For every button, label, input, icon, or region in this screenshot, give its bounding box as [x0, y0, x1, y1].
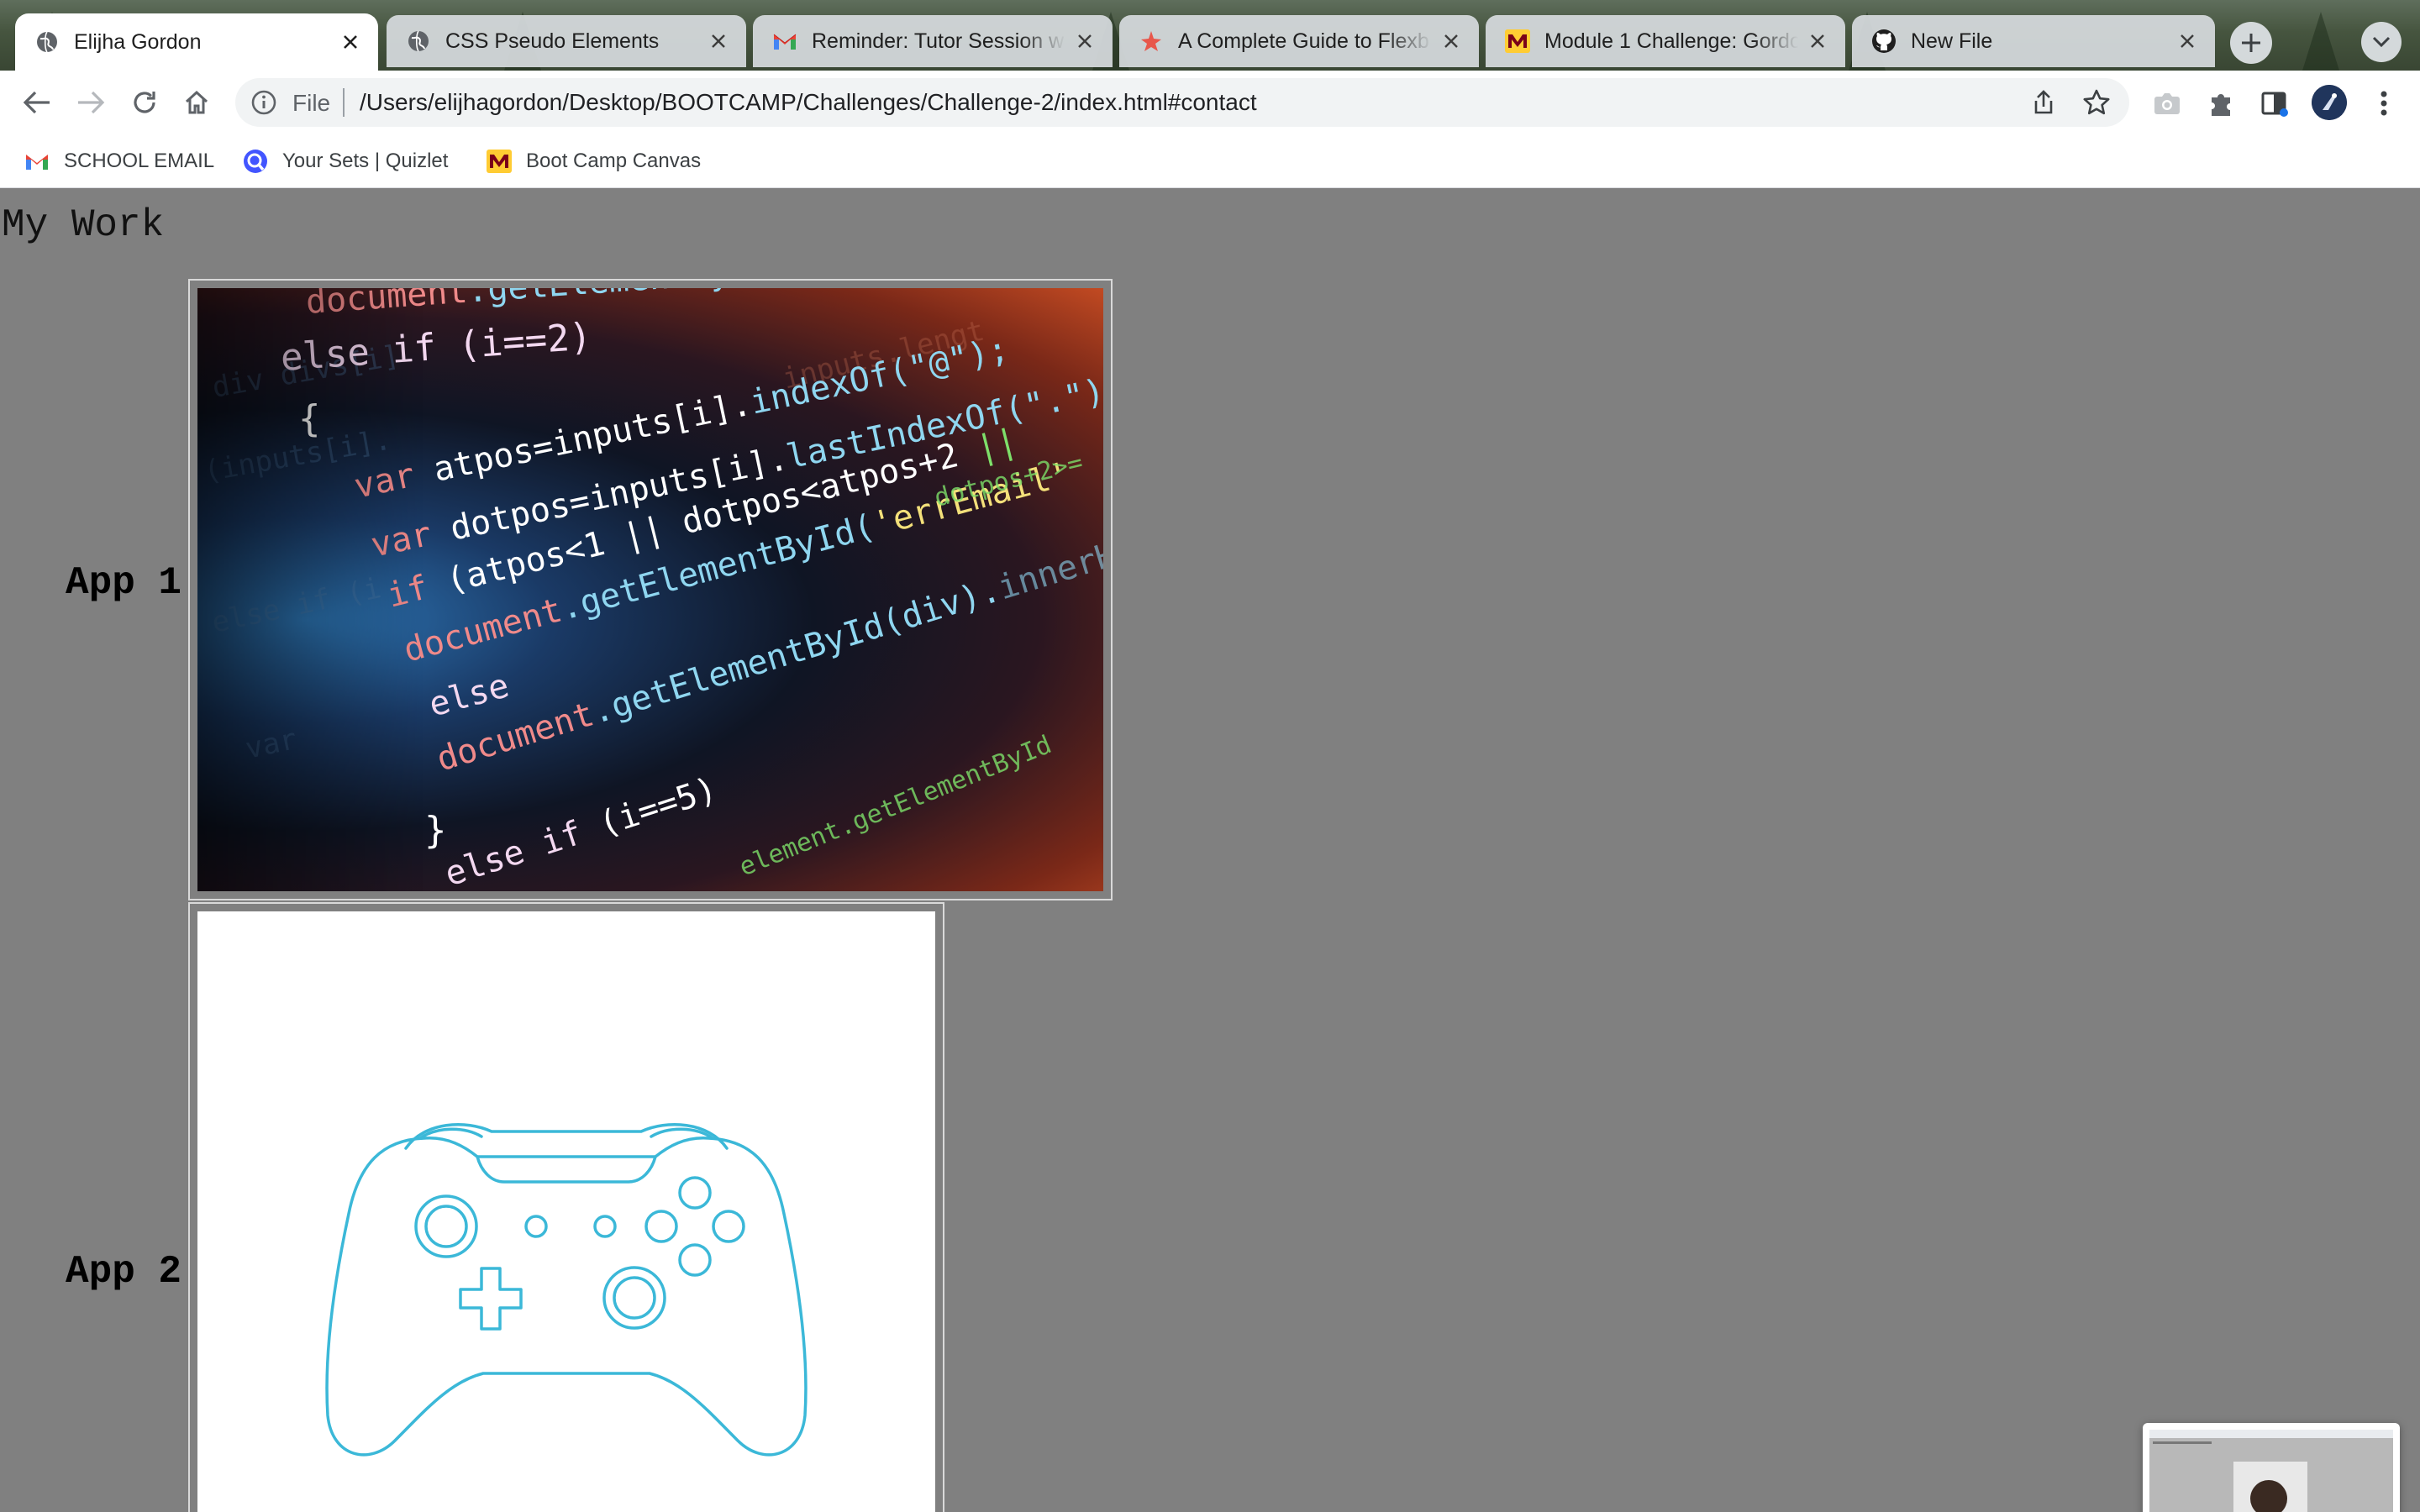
tab-title: Module 1 Challenge: Gordo: [1544, 29, 1798, 53]
arrow-left-icon: [23, 91, 50, 114]
page-title: My Work: [2, 203, 165, 247]
tab-title: A Complete Guide to Flexb: [1178, 29, 1429, 53]
tab-css-pseudo-elements[interactable]: CSS Pseudo Elements: [387, 15, 746, 67]
plus-icon: [2242, 34, 2260, 52]
more-vert-icon[interactable]: [2368, 87, 2400, 119]
bookmark-school-email[interactable]: SCHOOL EMAIL: [24, 146, 214, 176]
pip-browser-bar: [2149, 1430, 2393, 1438]
bookmark-label: Your Sets | Quizlet: [282, 150, 449, 172]
pip-person-head: [2250, 1480, 2287, 1512]
tab-elijha-gordon[interactable]: Elijha Gordon: [15, 13, 378, 71]
chevron-down-icon: [2372, 36, 2391, 48]
tab-title: Elijha Gordon: [74, 29, 202, 54]
tab-module-1-challenge[interactable]: Module 1 Challenge: Gordo: [1486, 15, 1845, 67]
close-icon[interactable]: [2175, 29, 2200, 54]
reload-icon: [134, 92, 155, 113]
tab-strip: Elijha Gordon CSS Pseudo Elements Remind…: [0, 0, 2420, 71]
tab-new-file[interactable]: New File: [1852, 15, 2215, 67]
code-screenshot-image[interactable]: div divs[i] (inputs[i]. else if (i var i…: [197, 288, 1103, 891]
pip-text-line: [2153, 1441, 2212, 1444]
close-icon[interactable]: [1072, 29, 1097, 54]
picture-in-picture-preview[interactable]: [2143, 1423, 2400, 1512]
share-icon[interactable]: [2030, 89, 2057, 116]
forward-button[interactable]: [71, 82, 111, 123]
screenshot-camera-icon[interactable]: [2151, 87, 2183, 119]
app-1-image-frame[interactable]: div divs[i] (inputs[i]. else if (i var i…: [188, 279, 1113, 900]
tab-search-button[interactable]: [2361, 22, 2402, 62]
bookmark-label: SCHOOL EMAIL: [64, 150, 215, 172]
reading-list-icon[interactable]: [2259, 87, 2291, 119]
quizlet-icon: [242, 148, 269, 175]
bookmarks-bar: SCHOOL EMAIL Your Sets | Quizlet Boot Ca…: [0, 134, 2420, 188]
url-scheme-label: File: [292, 90, 331, 116]
pip-photo: [2233, 1462, 2307, 1512]
close-icon[interactable]: [338, 29, 363, 55]
bookmark-boot-camp-canvas[interactable]: Boot Camp Canvas: [486, 146, 701, 176]
tab-title: Reminder: Tutor Session w: [812, 29, 1065, 53]
gmail-icon: [24, 148, 50, 175]
canvas-umn-icon: [1504, 28, 1531, 55]
github-icon: [1870, 28, 1897, 55]
arrow-right-icon: [78, 91, 105, 114]
tab-title: New File: [1911, 29, 1993, 53]
bookmark-label: Boot Camp Canvas: [526, 150, 702, 172]
background-tree: [2302, 12, 2339, 71]
pip-thumbnail: [2149, 1430, 2393, 1512]
close-icon[interactable]: [706, 29, 731, 54]
browser-toolbar: File /Users/elijhagordon/Desktop/BOOTCAM…: [0, 71, 2420, 134]
globe-icon: [405, 28, 432, 55]
tab-reminder-tutor-session[interactable]: Reminder: Tutor Session w: [753, 15, 1113, 67]
url-text[interactable]: /Users/elijhagordon/Desktop/BOOTCAMP/Cha…: [360, 89, 1257, 116]
profile-avatar[interactable]: [2312, 85, 2347, 120]
home-button[interactable]: [176, 82, 217, 123]
app-label: App 2: [66, 1250, 182, 1294]
app-label: App 1: [66, 561, 182, 605]
home-icon: [185, 90, 208, 114]
close-icon[interactable]: [1439, 29, 1464, 54]
back-button[interactable]: [17, 82, 57, 123]
app-2-image-frame[interactable]: [188, 902, 944, 1512]
star-icon[interactable]: [2082, 88, 2111, 117]
tab-flexbox-guide[interactable]: A Complete Guide to Flexb: [1119, 15, 1479, 67]
close-icon[interactable]: [1805, 29, 1830, 54]
extensions-puzzle-icon[interactable]: [2205, 87, 2237, 119]
game-controller-icon: [325, 1123, 808, 1457]
globe-icon: [34, 29, 60, 55]
info-icon[interactable]: [250, 89, 277, 116]
new-tab-button[interactable]: [2230, 22, 2272, 64]
canvas-umn-icon: [486, 148, 513, 175]
css-tricks-icon: [1138, 28, 1165, 55]
gmail-icon: [771, 28, 798, 55]
address-bar[interactable]: File /Users/elijhagordon/Desktop/BOOTCAM…: [235, 78, 2129, 127]
tab-title: CSS Pseudo Elements: [445, 29, 660, 53]
bookmark-quizlet[interactable]: Your Sets | Quizlet: [242, 146, 448, 176]
reload-button[interactable]: [124, 82, 165, 123]
game-controller-image[interactable]: [197, 911, 935, 1512]
page-content: My Work App 1 div divs[i] (inputs[i]. el…: [0, 188, 2420, 1512]
address-divider: [343, 88, 345, 117]
